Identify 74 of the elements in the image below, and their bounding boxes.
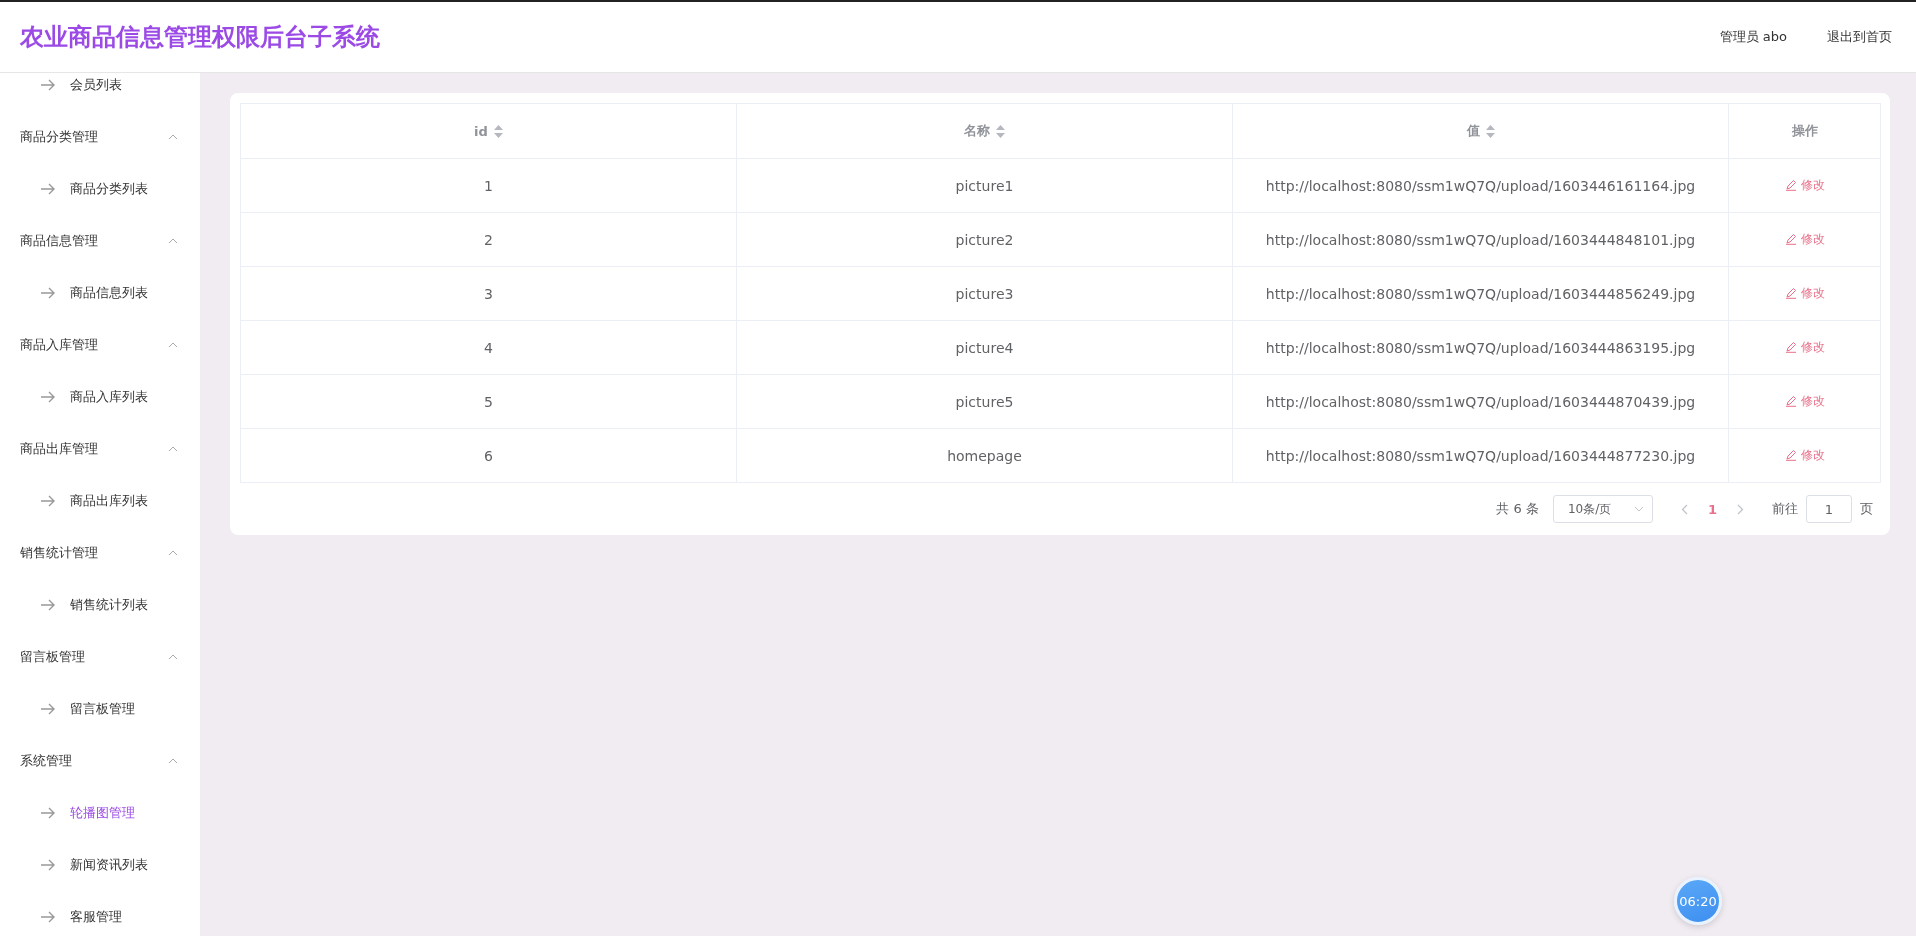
table-cell: 4 [484, 339, 493, 356]
pencil-icon [1784, 449, 1797, 462]
table-cell: 1 [484, 177, 493, 194]
table-cell: 3 [484, 285, 493, 302]
arrow-right-icon [40, 859, 56, 871]
menu-item[interactable]: 销售统计列表 [0, 579, 200, 631]
menu-item[interactable]: 商品出库列表 [0, 475, 200, 527]
arrow-right-icon [40, 495, 56, 507]
menu-group[interactable]: 商品入库管理 [0, 319, 200, 371]
goto-label: 前往 [1772, 500, 1798, 518]
table-cell: http://localhost:8080/ssm1wQ7Q/upload/1603444870439.jpg [1265, 393, 1696, 410]
sort-icon[interactable] [996, 124, 1005, 138]
arrow-right-icon [40, 703, 56, 715]
table-cell: picture3 [955, 285, 1014, 302]
table-cell: http://localhost:8080/ssm1wQ7Q/upload/1603444848101.jpg [1265, 231, 1696, 248]
table-cell: homepage [947, 447, 1022, 464]
page-input-field[interactable]: 1 [1806, 495, 1852, 523]
table-cell: http://localhost:8080/ssm1wQ7Q/upload/1603444863195.jpg [1265, 339, 1696, 356]
clock-badge: 06:20 [1674, 877, 1722, 925]
menu-item[interactable]: 商品信息列表 [0, 267, 200, 319]
table-cell: 5 [484, 393, 493, 410]
pencil-icon [1784, 341, 1797, 354]
table-cell: http://localhost:8080/ssm1wQ7Q/upload/1603444877230.jpg [1265, 447, 1696, 464]
menu-item[interactable]: 轮播图管理 [0, 787, 200, 839]
table-cell: picture1 [955, 177, 1014, 194]
chevron-up-icon [168, 238, 178, 244]
table-cell: picture2 [955, 231, 1014, 248]
arrow-right-icon [40, 287, 56, 299]
app-title: 农业商品信息管理权限后台子系统 [20, 22, 381, 53]
arrow-right-icon [40, 79, 56, 91]
chevron-down-icon [1633, 506, 1644, 512]
arrow-right-icon [40, 807, 56, 819]
table-cell: http://localhost:8080/ssm1wQ7Q/upload/1603444856249.jpg [1265, 285, 1696, 302]
menu-group[interactable]: 系统管理 [0, 735, 200, 787]
page-suffix-label: 页 [1860, 500, 1873, 518]
chevron-up-icon [168, 550, 178, 556]
logout-link[interactable]: 退出到首页 [1827, 28, 1892, 46]
menu-item[interactable]: 会员列表 [0, 73, 200, 111]
pencil-icon [1784, 287, 1797, 300]
menu-item[interactable]: 新闻资讯列表 [0, 839, 200, 891]
table-cell: picture4 [955, 339, 1014, 356]
page-size-select[interactable]: 10条/页 [1552, 495, 1653, 523]
table-cell: 6 [484, 447, 493, 464]
table-cell: picture5 [955, 393, 1014, 410]
chevron-up-icon [168, 758, 178, 764]
menu-group[interactable]: 商品信息管理 [0, 215, 200, 267]
menu-item[interactable]: 客服管理 [0, 891, 200, 936]
chevron-up-icon [168, 446, 178, 452]
table-cell: 2 [484, 231, 493, 248]
chevron-up-icon [168, 342, 178, 348]
sort-icon[interactable] [1485, 124, 1495, 138]
menu-item[interactable]: 留言板管理 [0, 683, 200, 735]
arrow-right-icon [40, 183, 56, 195]
arrow-right-icon [40, 391, 56, 403]
menu-group[interactable]: 商品出库管理 [0, 423, 200, 475]
admin-user-label: 管理员 abo [1719, 28, 1787, 46]
pencil-icon [1784, 395, 1797, 408]
menu-group[interactable]: 销售统计管理 [0, 527, 200, 579]
arrow-right-icon [40, 911, 56, 923]
chevron-up-icon [168, 134, 178, 140]
column-header: 操作 [1791, 122, 1818, 140]
chevron-up-icon [168, 654, 178, 660]
menu-group[interactable]: 留言板管理 [0, 631, 200, 683]
arrow-right-icon [40, 599, 56, 611]
next-page-icon[interactable] [1737, 503, 1744, 515]
menu-item[interactable]: 商品入库列表 [0, 371, 200, 423]
total-count: 共 6 条 [1496, 500, 1539, 518]
previous-page-icon[interactable] [1680, 503, 1688, 515]
sort-icon[interactable] [493, 124, 503, 138]
pencil-icon [1784, 179, 1797, 192]
pencil-icon [1784, 233, 1797, 246]
menu-item[interactable]: 商品分类列表 [0, 163, 200, 215]
table-cell: http://localhost:8080/ssm1wQ7Q/upload/1603446161164.jpg [1265, 177, 1696, 194]
menu-group[interactable]: 商品分类管理 [0, 111, 200, 163]
